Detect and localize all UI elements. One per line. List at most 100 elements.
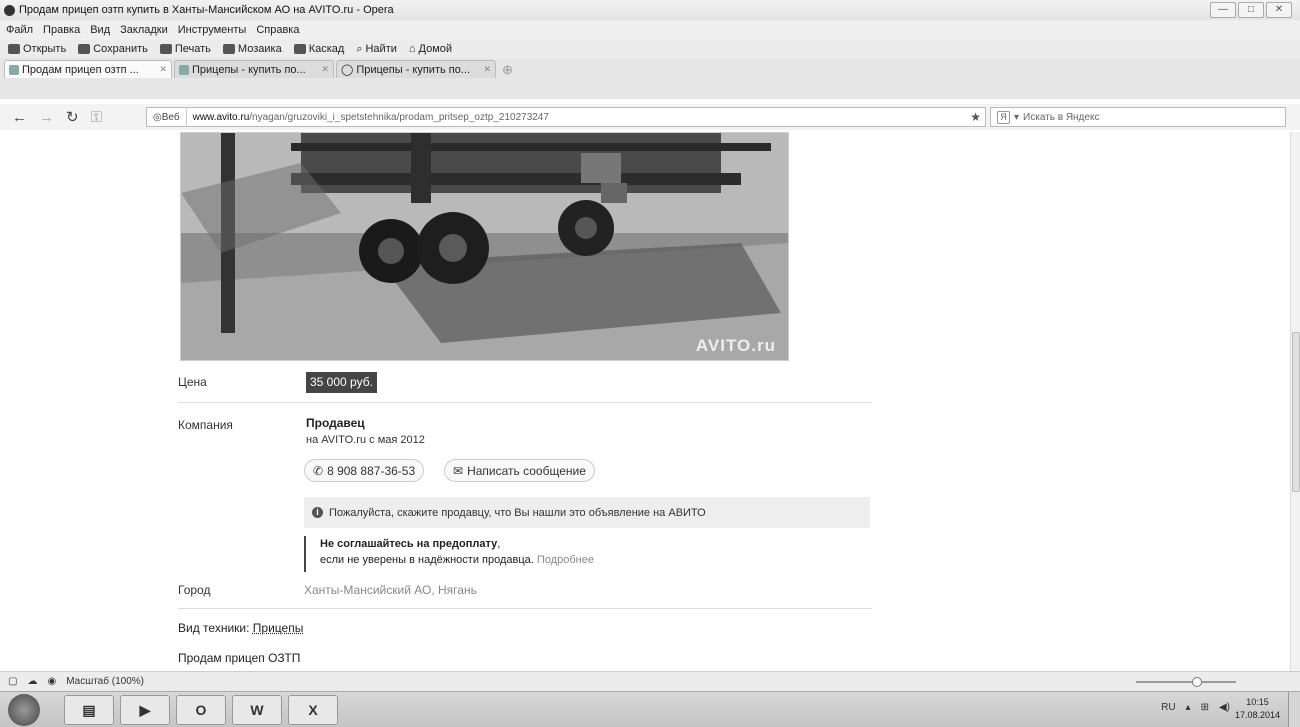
tab-3-label: Прицепы - купить по... [356,63,471,76]
menu-view[interactable]: Вид [90,24,110,36]
system-tray: RU ▴ ⊞ ◀) [1161,702,1230,713]
minimize-button[interactable]: — [1210,2,1236,18]
price-badge: 35 000 руб. [306,372,377,393]
word-taskbar-button[interactable]: W [232,695,282,725]
zoom-slider-knob[interactable] [1192,677,1202,687]
new-tab-icon[interactable]: ⊕ [502,62,513,78]
print-button[interactable]: Печать [159,43,211,55]
save-label: Сохранить [93,43,148,55]
search-dropdown-icon[interactable]: ▾ [1014,112,1019,123]
warning-comma: , [497,538,501,550]
menu-bookmarks[interactable]: Закладки [120,24,168,36]
panel-toggle-icon[interactable]: ▢ [8,676,17,687]
zoom-slider[interactable] [1136,677,1236,687]
media-taskbar-button[interactable]: ▶ [120,695,170,725]
windows-taskbar: ▤ ▶ O W X RU ▴ ⊞ ◀) 10:15 17.08.2014 [0,691,1300,727]
home-icon: ⌂ [408,43,416,55]
excel-taskbar-button[interactable]: X [288,695,338,725]
warning-text: если не уверены в надёжности продавца. [320,554,534,566]
folder-icon [8,44,20,54]
phone-button[interactable]: ✆ 8 908 887-36-53 [304,459,425,482]
seller-since: на AVITO.ru с мая 2012 [306,434,425,446]
info-icon: i [312,507,323,518]
find-button[interactable]: ⌕ Найти [356,43,397,56]
tech-type-link[interactable]: Прицепы [253,621,304,635]
page-scrollbar[interactable] [1290,132,1300,671]
window-titlebar: Продам прицеп озтп купить в Ханты-Мансий… [0,0,1300,20]
explorer-taskbar-button[interactable]: ▤ [64,695,114,725]
tab-close-icon[interactable]: ✕ [483,64,491,75]
open-label: Открыть [23,43,67,55]
warning-title: Не соглашайтесь на предоплату [320,538,498,550]
company-label: Компания [178,418,233,432]
loading-icon: ◯ [341,64,354,76]
url-host: www.avito.ru [192,111,250,123]
back-arrow-icon[interactable]: ← [12,109,27,126]
zoom-label[interactable]: Масштаб (100%) [66,676,144,687]
tech-type-label: Вид техники: [178,621,250,635]
status-bar: ▢ ☁ ◉ Масштаб (100%) [0,671,1300,691]
main-toolbar: Открыть Сохранить Печать Мозаика Каскад … [0,40,1300,58]
menu-edit[interactable]: Правка [43,24,80,36]
address-field[interactable]: ◎ Веб www.avito.ru/nyagan/gruzoviki_i_sp… [146,107,986,127]
scrollbar-thumb[interactable] [1292,332,1300,492]
tab-1[interactable]: Продам прицеп озтп ... ✕ [4,60,172,78]
menu-bar: Файл Правка Вид Закладки Инструменты Спр… [0,20,1300,40]
tile-icon [222,44,235,54]
tab-1-label: Продам прицеп озтп ... [22,63,139,76]
tech-type: Вид техники: Прицепы [178,621,303,635]
search-placeholder: Искать в Яндекс [1023,111,1100,123]
volume-icon[interactable]: ◀) [1219,702,1230,713]
opera-taskbar-button[interactable]: O [176,695,226,725]
menu-file[interactable]: Файл [6,24,33,36]
trailer-photo [181,133,788,360]
home-button[interactable]: ⌂ Домой [409,43,452,55]
url-path: /nyagan/gruzoviki_i_spetstehnika/prodam_… [249,111,549,123]
printer-icon [159,44,172,54]
tab-3[interactable]: ◯ Прицепы - купить по... ✕ [336,60,496,78]
bookmark-star-icon[interactable]: ★ [970,110,981,124]
maximize-button[interactable]: □ [1238,2,1264,18]
notice-banner: i Пожалуйста, скажите продавцу, что Вы н… [304,497,870,528]
clock-time: 10:15 [1246,697,1269,707]
tray-arrow-icon[interactable]: ▴ [1186,702,1191,713]
clock[interactable]: 10:15 17.08.2014 [1235,696,1280,722]
turbo-icon[interactable]: ◉ [47,676,56,687]
phone-icon: ✆ [313,463,324,478]
start-button[interactable] [8,694,40,726]
web-badge: ◎ Веб [147,108,187,126]
open-button[interactable]: Открыть [8,43,66,55]
search-input[interactable]: Я ▾ Искать в Яндекс [990,107,1286,127]
divider [178,402,872,403]
tab-2[interactable]: Прицепы - купить по... ✕ [174,60,334,78]
avito-favicon-icon [9,64,19,75]
notice-text: Пожалуйста, скажите продавцу, что Вы наш… [329,506,706,519]
show-desktop-button[interactable] [1288,692,1300,727]
more-info-link[interactable]: Подробнее [537,554,594,566]
tab-bar: Продам прицеп озтп ... ✕ Прицепы - купит… [0,58,1300,99]
menu-help[interactable]: Справка [256,24,299,36]
envelope-icon: ✉ [453,463,464,478]
avito-favicon-icon [179,64,189,75]
language-indicator[interactable]: RU [1161,702,1175,713]
page-viewport: AVITO.ru Цена 35 000 руб. Компания Прода… [0,132,1290,671]
cloud-icon[interactable]: ☁ [27,676,37,687]
cascade-button[interactable]: Каскад [293,43,345,55]
tile-button[interactable]: Мозаика [222,43,282,55]
network-icon[interactable]: ⊞ [1201,702,1209,713]
tab-close-icon[interactable]: ✕ [159,64,167,75]
save-button[interactable]: Сохранить [78,43,148,55]
send-message-button[interactable]: ✉ Написать сообщение [444,459,595,482]
forward-arrow-icon[interactable]: → [39,109,54,126]
menu-tools[interactable]: Инструменты [178,24,247,36]
tab-close-icon[interactable]: ✕ [321,64,329,75]
listing-photo[interactable]: AVITO.ru [180,132,789,361]
key-icon[interactable]: ⚿ [91,109,102,126]
photo-watermark: AVITO.ru [695,336,776,355]
save-icon [78,44,91,54]
close-button[interactable]: ✕ [1266,2,1292,18]
cascade-label: Каскад [308,43,345,55]
seller-name[interactable]: Продавец [306,416,365,430]
globe-icon: ◎ [153,111,162,123]
reload-icon[interactable]: ↻ [66,108,79,126]
